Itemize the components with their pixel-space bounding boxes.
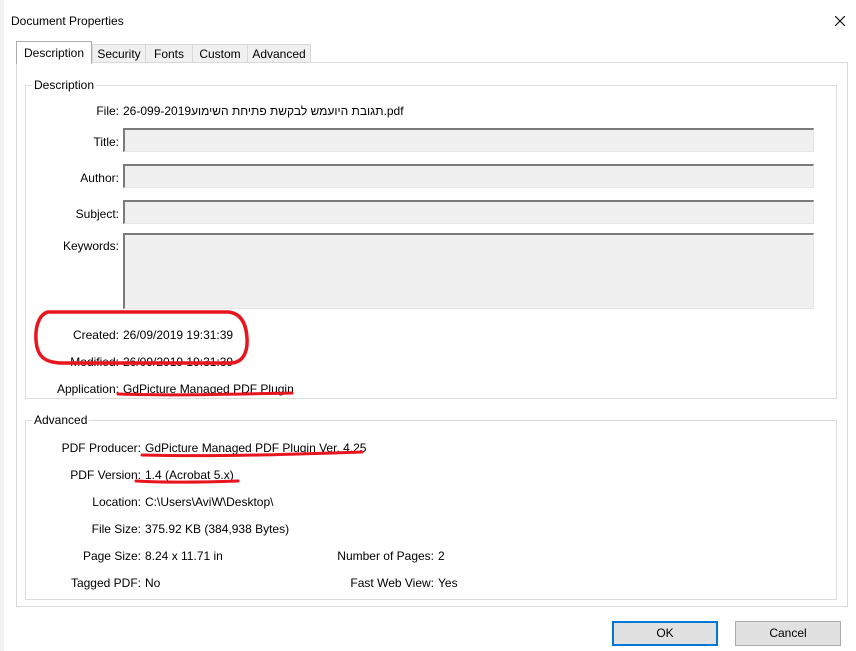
fast-web-view-value: Yes (438, 576, 458, 590)
advanced-group-label: Advanced (32, 413, 90, 427)
advanced-group: Advanced PDF Producer: GdPicture Managed… (25, 413, 837, 600)
tab-description[interactable]: Description (16, 41, 92, 64)
tab-strip: Description Security Fonts Custom Advanc… (16, 41, 316, 64)
window-title: Document Properties (11, 14, 124, 28)
cancel-button[interactable]: Cancel (735, 621, 841, 646)
application-label: Application: (56, 382, 119, 396)
description-group: Description File: תגובת היועמש לבקשת פתי… (25, 78, 837, 399)
tagged-pdf-value: No (145, 576, 161, 590)
created-value: 26/09/2019 19:31:39 (123, 328, 234, 342)
pdf-version-label: PDF Version: (70, 468, 141, 482)
document-properties-dialog: Document Properties Description Security… (4, 0, 856, 651)
number-of-pages-label: Number of Pages: (337, 549, 434, 563)
file-label: File: (96, 104, 119, 118)
modified-label: Modified: (70, 355, 119, 369)
keywords-field[interactable] (123, 233, 814, 309)
ok-button[interactable]: OK (612, 621, 718, 646)
location-value: C:\Users\AviW\Desktop\ (145, 495, 274, 509)
tab-fonts[interactable]: Fonts (145, 44, 193, 62)
application-value: GdPicture Managed PDF Plugin (123, 382, 294, 396)
location-label: Location: (92, 495, 141, 509)
file-size-value: 375.92 KB (384,938 Bytes) (145, 522, 290, 536)
close-icon (835, 16, 845, 26)
close-button[interactable] (830, 12, 850, 30)
pdf-producer-value: GdPicture Managed PDF Plugin Ver. 4.25 (145, 441, 367, 455)
pdf-version-value: 1.4 (Acrobat 5.x) (145, 468, 234, 482)
title-label: Title: (93, 135, 119, 149)
page-size-label: Page Size: (82, 549, 141, 563)
tab-advanced[interactable]: Advanced (247, 44, 311, 62)
subject-label: Subject: (75, 207, 119, 221)
description-group-label: Description (32, 78, 97, 92)
tab-panel: Description File: תגובת היועמש לבקשת פתי… (16, 62, 848, 607)
modified-value: 26/09/2019 19:31:39 (123, 355, 234, 369)
keywords-label: Keywords: (62, 239, 119, 253)
tagged-pdf-label: Tagged PDF: (70, 576, 141, 590)
file-value: תגובת היועמש לבקשת פתיחת השימוע26-099-20… (123, 104, 404, 118)
fast-web-view-label: Fast Web View: (350, 576, 434, 590)
title-field[interactable] (123, 128, 814, 152)
file-size-label: File Size: (91, 522, 141, 536)
author-field[interactable] (123, 164, 814, 188)
tab-custom[interactable]: Custom (192, 44, 248, 62)
author-label: Author: (80, 171, 119, 185)
page-size-value: 8.24 x 11.71 in (145, 549, 223, 563)
tab-security[interactable]: Security (92, 44, 146, 62)
title-bar: Document Properties (4, 0, 856, 36)
pdf-producer-label: PDF Producer: (61, 441, 141, 455)
number-of-pages-value: 2 (438, 549, 445, 563)
subject-field[interactable] (123, 200, 814, 224)
created-label: Created: (72, 328, 119, 342)
